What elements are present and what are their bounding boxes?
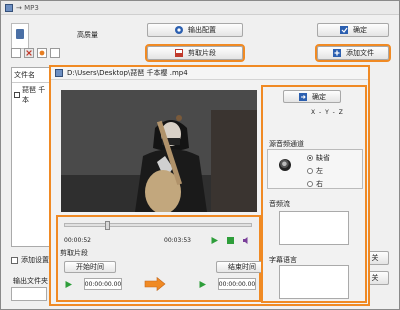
radio-default[interactable]: 缺省 [307, 153, 330, 163]
subtitle-box[interactable] [279, 265, 349, 299]
speaker-icon [279, 159, 291, 171]
seek-bar[interactable] [64, 221, 252, 230]
seek-handle[interactable] [105, 221, 110, 230]
output-folder-label: 输出文件夹 [13, 277, 48, 285]
list-item[interactable]: 琵琶 千本 [12, 83, 50, 107]
audio-stream-box[interactable] [279, 211, 349, 245]
record-icon[interactable] [37, 48, 47, 58]
right-button-2-label: 关 [371, 274, 379, 282]
current-time: 00:00:52 [64, 237, 91, 244]
end-time-value: 00:00:00.00 [218, 280, 256, 288]
radio-left-dot[interactable] [307, 168, 313, 174]
output-config-button[interactable]: 输出配置 [147, 23, 243, 37]
confirm-button-top[interactable]: 确定 [317, 23, 389, 37]
add-file-label: 添加文件 [346, 49, 374, 57]
output-config-label: 输出配置 [188, 26, 216, 34]
total-time: 00:03:53 [164, 237, 191, 244]
tool-icon-1[interactable] [11, 48, 21, 58]
start-time-button[interactable]: 开始时间 [64, 261, 116, 273]
output-folder-field[interactable] [11, 287, 47, 301]
dialog-title-bar: D:\Users\Desktop\琵琶 千本樱 .mp4 [51, 67, 368, 80]
file-list-header: 文件名 [12, 68, 50, 83]
confirm-label-top: 确定 [353, 26, 367, 34]
file-name: 琵琶 千本 [22, 86, 46, 104]
list-icon[interactable] [50, 48, 60, 58]
radio-left-label: 左 [316, 167, 323, 175]
file-list[interactable]: 文件名 琵琶 千本 [11, 67, 51, 247]
config-icon [175, 26, 183, 34]
cut-section-label: 剪取片段 [60, 249, 88, 257]
stop-icon[interactable] [226, 236, 235, 245]
subtitle-label: 字幕语言 [269, 256, 297, 264]
start-time-field[interactable]: 00:00:00.00 [84, 278, 122, 290]
high-quality-label: 高质量 [77, 31, 98, 39]
radio-left[interactable]: 左 [307, 166, 323, 176]
confirm-arrow-icon [299, 92, 307, 101]
quality-icon[interactable] [11, 23, 29, 49]
radio-right-dot[interactable] [307, 181, 313, 187]
dialog-confirm-label: 确定 [312, 92, 326, 101]
title-bar: → MP3 [1, 1, 399, 15]
cut-clip-button[interactable]: 剪取片段 [145, 44, 245, 62]
end-time-field[interactable]: 00:00:00.00 [218, 278, 256, 290]
add-settings-checkbox[interactable] [11, 256, 18, 264]
dialog-icon [55, 69, 63, 77]
end-time-label: 结束时间 [228, 263, 256, 271]
volume-icon[interactable] [242, 236, 251, 245]
play-icon[interactable] [210, 236, 219, 245]
film-icon [175, 49, 183, 57]
radio-default-dot[interactable] [307, 155, 313, 161]
dialog-confirm-button[interactable]: 确定 [283, 90, 341, 103]
file-checkbox[interactable] [14, 92, 20, 98]
app-icon [5, 3, 13, 12]
arrow-right-icon [144, 277, 166, 291]
cut-clip-label: 剪取片段 [188, 49, 216, 57]
dialog-title: D:\Users\Desktop\琵琶 千本樱 .mp4 [67, 69, 188, 77]
end-play-icon[interactable] [198, 280, 207, 289]
right-button-1-label: 关 [371, 254, 379, 262]
start-time-label: 开始时间 [76, 263, 104, 271]
start-time-value: 00:00:00.00 [84, 280, 122, 288]
radio-right-label: 右 [316, 180, 323, 188]
delete-icon[interactable] [24, 48, 34, 58]
video-frame [61, 90, 257, 212]
xyz-label: X - Y - Z [311, 109, 344, 116]
add-icon [333, 49, 341, 57]
settings-panel: 确定 X - Y - Z 源音频通道 缺省 左 右 音频流 字幕语言 [261, 85, 367, 303]
window-title: → MP3 [16, 3, 39, 12]
audio-channel-label: 源音频通道 [269, 140, 304, 148]
radio-default-label: 缺省 [316, 154, 330, 162]
video-preview[interactable] [61, 90, 257, 212]
audio-stream-label: 音频流 [269, 200, 290, 208]
add-file-button[interactable]: 添加文件 [315, 44, 391, 62]
radio-right[interactable]: 右 [307, 179, 323, 189]
clip-dialog: D:\Users\Desktop\琵琶 千本樱 .mp4 00:00:52 00… [49, 65, 370, 306]
start-play-icon[interactable] [64, 280, 73, 289]
confirm-icon [340, 26, 348, 34]
player-panel: 00:00:52 00:03:53 剪取片段 开始时间 结束时间 00:00:0… [56, 215, 268, 302]
